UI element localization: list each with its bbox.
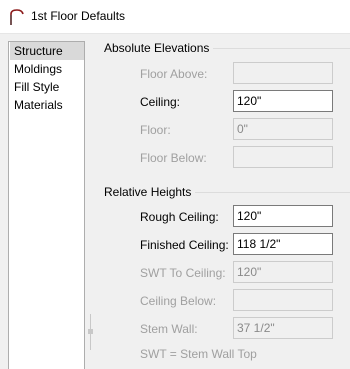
floor-field: 0" <box>233 118 333 140</box>
category-list[interactable]: Structure Moldings Fill Style Materials <box>8 41 85 369</box>
nav-item-materials[interactable]: Materials <box>10 96 84 114</box>
nav-item-fill-style[interactable]: Fill Style <box>10 78 84 96</box>
nav-item-structure[interactable]: Structure <box>10 42 84 60</box>
swt-to-ceiling-label: SWT To Ceiling: <box>140 266 226 280</box>
group-label-relative-heights: Relative Heights <box>104 185 196 199</box>
title-bar: 1st Floor Defaults <box>0 0 350 34</box>
floor-above-label: Floor Above: <box>140 67 208 81</box>
floor-label: Floor: <box>140 123 171 137</box>
finished-ceiling-label: Finished Ceiling: <box>140 238 229 252</box>
ceiling-field[interactable]: 120" <box>233 90 333 112</box>
stem-wall-label: Stem Wall: <box>140 322 198 336</box>
ceiling-label: Ceiling: <box>140 95 181 109</box>
swt-to-ceiling-field: 120" <box>233 261 333 283</box>
nav-item-moldings[interactable]: Moldings <box>10 60 84 78</box>
floor-below-label: Floor Below: <box>140 151 207 165</box>
swt-note: SWT = Stem Wall Top <box>140 347 257 361</box>
rough-ceiling-field[interactable]: 120" <box>233 205 333 227</box>
stem-wall-marker-handle <box>88 329 93 334</box>
rough-ceiling-label: Rough Ceiling: <box>140 210 219 224</box>
window-title: 1st Floor Defaults <box>31 9 126 23</box>
floor-below-field <box>233 146 333 168</box>
stem-wall-field: 37 1/2" <box>233 317 333 339</box>
finished-ceiling-field[interactable]: 118 1/2" <box>233 233 333 255</box>
floor-above-field <box>233 62 333 84</box>
ceiling-below-field <box>233 289 333 311</box>
arch-icon <box>10 9 24 25</box>
ceiling-below-label: Ceiling Below: <box>140 294 217 308</box>
group-label-absolute-elevations: Absolute Elevations <box>104 41 214 55</box>
